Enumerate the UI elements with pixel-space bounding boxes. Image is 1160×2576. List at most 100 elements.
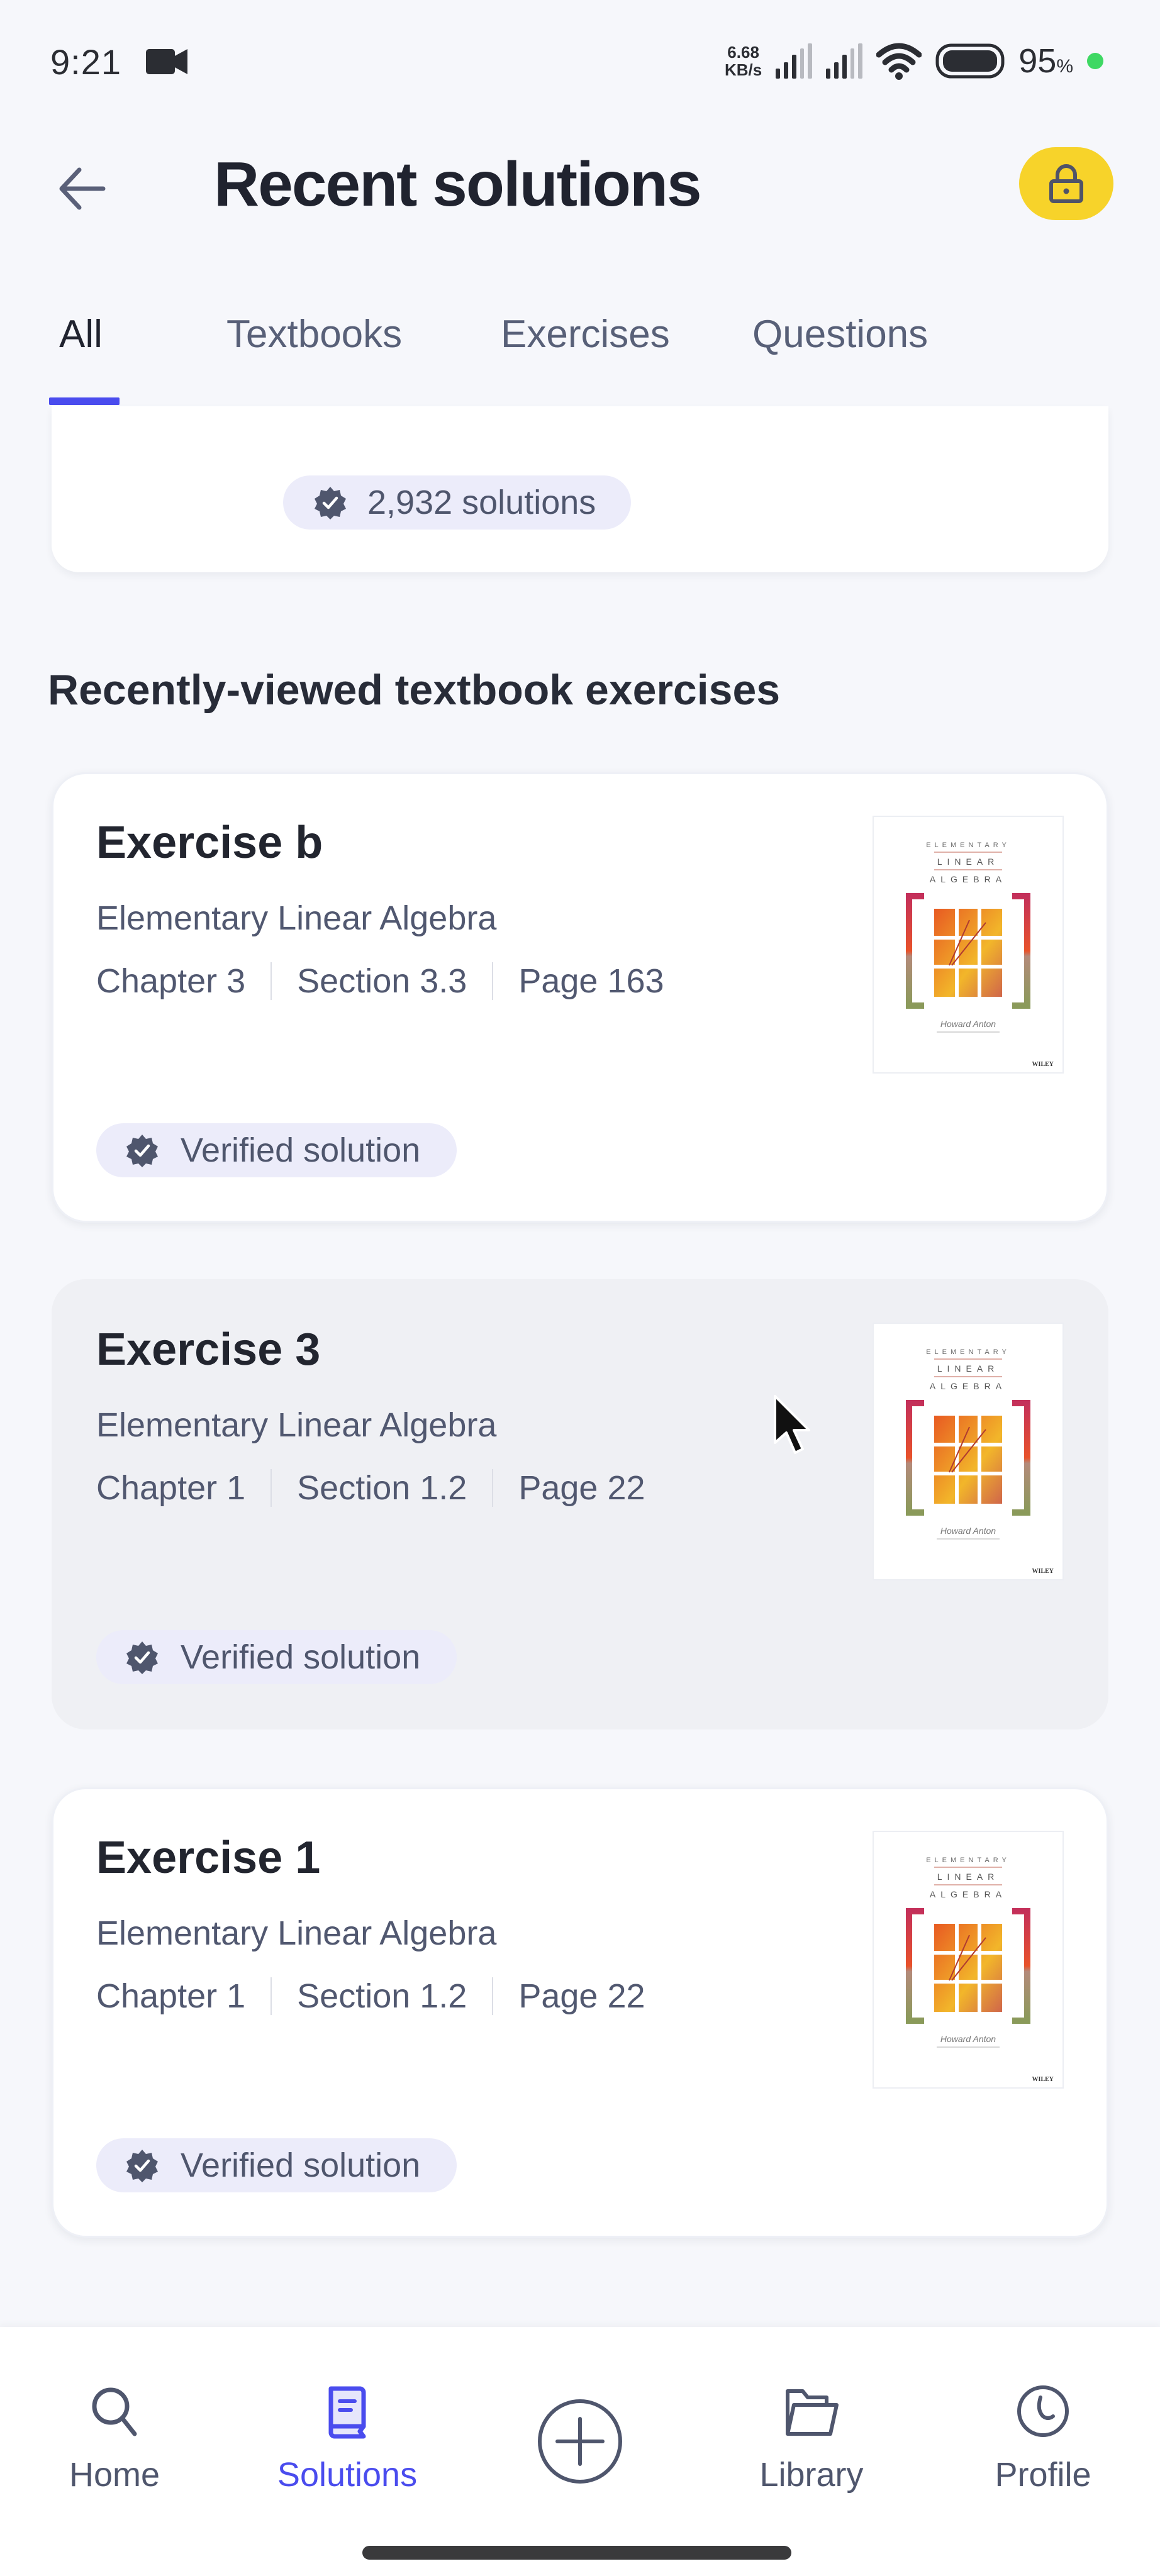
header: Recent solutions [0,138,1160,233]
active-tab-indicator [49,397,120,405]
exercise-section: Section 1.2 [297,1977,467,2015]
tab-all[interactable]: All [59,312,103,357]
green-dot-indicator [1087,53,1103,69]
video-camera-icon [146,49,187,74]
page-title: Recent solutions [214,149,702,219]
cover-publisher: WILEY [1032,2076,1054,2083]
exercise-book-title: Elementary Linear Algebra [96,899,497,937]
verified-badge-icon [126,2150,158,2182]
status-time: 9:21 [50,42,121,82]
home-gesture-bar[interactable] [362,2546,791,2560]
book-icon [328,2386,366,2439]
book-cover-art: ELEMENTARY LINEAR ALGEBRA Howard Anton W… [906,1857,1054,2083]
exercise-chapter: Chapter 3 [96,962,246,1000]
nav-library[interactable]: Library [730,2381,893,2501]
cover-line-3: ALGEBRA [930,874,1007,884]
verified-solution-badge: Verified solution [96,1123,457,1177]
battery-percent: 95% [1018,42,1073,80]
verified-solution-label: Verified solution [181,1131,421,1169]
cover-line-3: ALGEBRA [930,1381,1007,1391]
exercise-location: Chapter 3 Section 3.3 Page 163 [96,962,664,1001]
cover-publisher: WILEY [1032,1568,1054,1575]
exercise-card[interactable]: Exercise 1 Elementary Linear Algebra Cha… [52,1787,1108,2238]
nav-library-label: Library [759,2456,864,2494]
folder-icon [786,2389,839,2436]
divider [270,1977,272,2015]
exercise-chapter: Chapter 1 [96,1469,246,1507]
battery-percent-value: 95 [1018,42,1057,80]
verified-solution-badge: Verified solution [96,1630,457,1684]
plus-circle-icon[interactable] [535,2396,625,2487]
profile-icon [1017,2385,1069,2437]
exercise-book-title: Elementary Linear Algebra [96,1406,497,1444]
verified-badge-icon [315,487,346,519]
mouse-cursor-icon [774,1395,810,1454]
cover-author: Howard Anton [940,2034,996,2044]
network-speed-value: 6.68 [727,43,759,62]
exercise-section: Section 1.2 [297,1469,467,1507]
exercise-location: Chapter 1 Section 1.2 Page 22 [96,1977,645,2016]
nav-solutions[interactable]: Solutions [265,2381,429,2501]
back-button[interactable] [50,157,113,220]
filter-tabs: All Textbooks Exercises Questions [0,302,1160,406]
exercise-page: Page 22 [518,1469,645,1507]
book-cover-art: ELEMENTARY LINEAR ALGEBRA Howard Anton W… [906,841,1054,1068]
network-speed: 6.68 KB/s [725,43,762,79]
exercise-title: Exercise 3 [96,1324,321,1375]
nav-profile-label: Profile [995,2456,1091,2494]
search-icon [92,2387,137,2436]
nav-solutions-label: Solutions [277,2456,418,2494]
tab-exercises[interactable]: Exercises [501,312,670,357]
divider [492,1469,494,1507]
exercise-title: Exercise b [96,818,323,868]
verified-solution-badge: Verified solution [96,2138,457,2192]
exercise-card[interactable]: Exercise b Elementary Linear Algebra Cha… [52,772,1108,1223]
verified-badge-icon [126,1135,158,1167]
wifi-icon [876,43,922,80]
nav-home[interactable]: Home [33,2381,196,2501]
status-indicators: 6.68 KB/s 95% [725,39,1103,83]
signal-icon [776,43,813,79]
exercise-page: Page 22 [518,1977,645,2015]
divider [492,1977,494,2015]
textbook-cover-image: ELEMENTARY LINEAR ALGEBRA Howard Anton W… [873,816,1064,1074]
exercise-chapter: Chapter 1 [96,1977,246,2015]
premium-lock-button[interactable] [1019,147,1113,220]
battery-icon [935,43,1005,79]
verified-solution-label: Verified solution [181,2146,421,2184]
exercise-book-title: Elementary Linear Algebra [96,1914,497,1952]
status-bar: 9:21 6.68 KB/s 95% [0,0,1160,126]
cover-line-2: LINEAR [937,857,1000,867]
arrow-left-icon [59,167,106,210]
book-cover-art: ELEMENTARY LINEAR ALGEBRA Howard Anton W… [874,1324,1062,1579]
divider [270,1469,272,1507]
cover-line-1: ELEMENTARY [926,1857,1010,1864]
lock-icon [1049,164,1083,203]
cover-line-3: ALGEBRA [930,1889,1007,1899]
bottom-navigation: Home Solutions Library Profile [0,2327,1160,2576]
cover-line-2: LINEAR [937,1872,1000,1882]
battery-percent-suffix: % [1056,56,1073,77]
nav-home-label: Home [69,2456,160,2494]
tab-questions[interactable]: Questions [752,312,928,357]
exercise-page: Page 163 [518,962,664,1000]
cover-line-2: LINEAR [937,1363,1000,1374]
exercise-card[interactable]: Exercise 3 Elementary Linear Algebra Cha… [52,1279,1108,1729]
textbook-cover-image: ELEMENTARY LINEAR ALGEBRA Howard Anton W… [873,1323,1064,1580]
textbook-card[interactable]: 2,932 solutions [52,406,1108,572]
textbook-cover-image: ELEMENTARY LINEAR ALGEBRA Howard Anton W… [873,1831,1064,2089]
exercise-section: Section 3.3 [297,962,467,1000]
tab-textbooks[interactable]: Textbooks [226,312,402,357]
divider [492,962,494,1000]
cover-author: Howard Anton [940,1019,996,1029]
verified-solution-label: Verified solution [181,1638,421,1676]
solutions-count: 2,932 solutions [367,484,596,521]
cover-line-1: ELEMENTARY [926,841,1010,849]
cover-author: Howard Anton [940,1526,996,1536]
cover-publisher: WILEY [1032,1061,1054,1068]
nav-profile[interactable]: Profile [961,2381,1125,2501]
exercise-title: Exercise 1 [96,1833,321,1883]
verified-badge-icon [126,1641,158,1674]
exercise-location: Chapter 1 Section 1.2 Page 22 [96,1468,645,1507]
divider [270,962,272,1000]
